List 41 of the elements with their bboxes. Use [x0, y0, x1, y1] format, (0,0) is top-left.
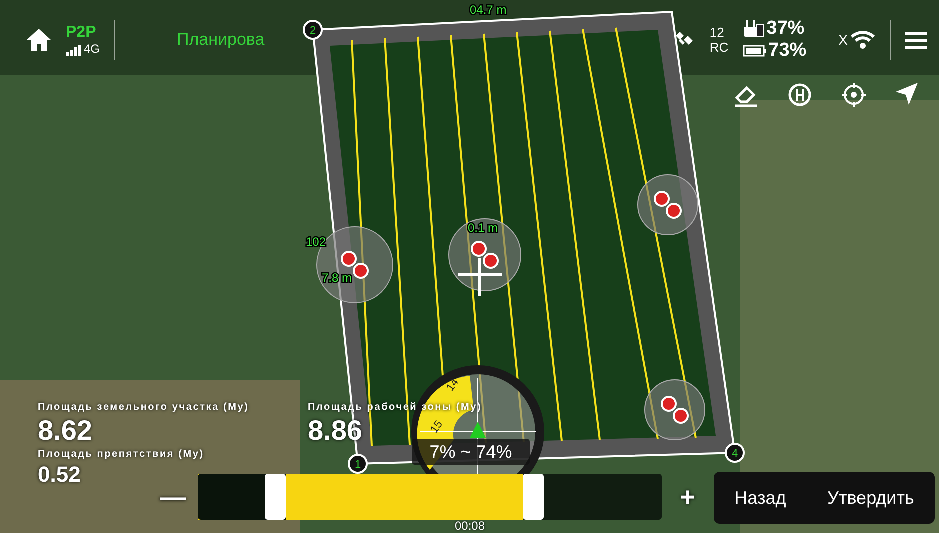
satellite-count: 12 — [710, 25, 726, 40]
distance-label: 7.8 m — [322, 271, 352, 285]
distance-label: 102 — [306, 235, 326, 249]
link-mode: P2P — [66, 24, 98, 42]
action-button[interactable]: Утвердить — [824, 482, 918, 514]
action-button[interactable]: Назад — [730, 482, 790, 514]
menu-icon[interactable] — [905, 31, 927, 49]
stat-value: 0.52 — [38, 462, 81, 488]
network-type: 4G — [84, 42, 100, 56]
wifi-prefix: X — [838, 32, 848, 48]
distance-label: 0.1 m — [468, 221, 498, 235]
vertex-marker[interactable]: 4 — [725, 443, 745, 463]
minus-button[interactable]: — — [160, 484, 184, 510]
remote-controller-icon — [742, 20, 765, 38]
stat-label: Площадь земельного участка (Му) — [38, 402, 250, 413]
compass-tick: 15 — [428, 418, 446, 436]
plus-button[interactable]: + — [676, 484, 700, 510]
slider-handle[interactable] — [522, 474, 544, 520]
target-icon[interactable] — [841, 82, 867, 108]
time-label: 00:08 — [455, 519, 486, 533]
obstacle-zone — [644, 380, 706, 440]
stat-value: 8.62 — [38, 415, 92, 447]
navigation-arrow-icon[interactable] — [895, 82, 919, 106]
obstacle-zone — [638, 174, 698, 236]
distance-label: 04.7 m — [470, 3, 507, 17]
home-point-icon[interactable] — [787, 82, 813, 108]
crosshair-icon — [456, 256, 504, 298]
vertex-marker[interactable]: 2 — [303, 20, 323, 40]
range-slider[interactable] — [198, 474, 662, 520]
slider-handle[interactable] — [265, 474, 286, 520]
rc-label: RC — [710, 40, 729, 55]
rc-battery: 37% — [766, 18, 805, 40]
battery-icon — [742, 45, 767, 57]
drone-battery: 73% — [768, 40, 807, 62]
vertex-marker[interactable]: 1 — [348, 454, 368, 474]
home-icon[interactable] — [26, 28, 52, 52]
signal-icon — [66, 45, 82, 56]
range-readout: 7% ~ 74% — [412, 439, 530, 465]
stat-label: Площадь препятствия (Му) — [38, 449, 206, 460]
compass-tick: 14 — [444, 376, 462, 394]
wifi-icon — [850, 30, 876, 50]
